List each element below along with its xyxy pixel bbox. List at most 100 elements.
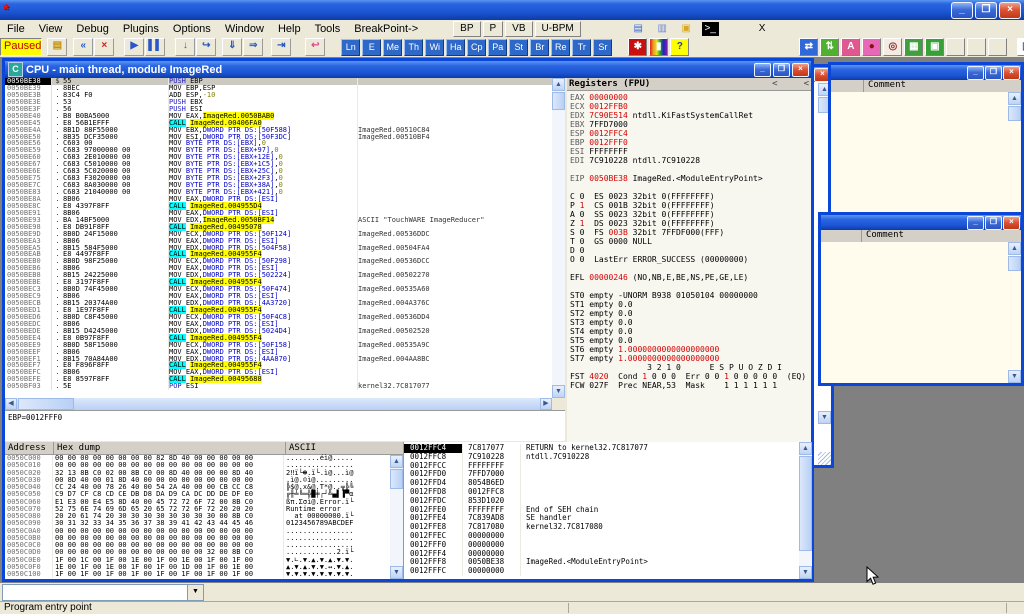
disasm-row[interactable]: 0050BF03.5EPOP ESIkernel32.7C817077: [5, 383, 552, 390]
folder-icon[interactable]: ▣: [677, 21, 696, 37]
menu-item-tools[interactable]: Tools: [308, 22, 348, 36]
register-line[interactable]: 3 2 1 0 E S P U O Z D I: [567, 363, 811, 372]
binary-icon[interactable]: ▦: [904, 38, 923, 56]
disasm-horizontal-scrollbar[interactable]: ◀ ▶: [5, 398, 552, 410]
appearance-icon[interactable]: ▮: [649, 38, 668, 56]
register-line[interactable]: ESI FFFFFFFF: [567, 147, 811, 156]
toolbar-button-br[interactable]: Br: [530, 39, 549, 56]
stack-row[interactable]: 0012FFD07FFD7000: [404, 470, 799, 479]
menu-item-window[interactable]: Window: [218, 22, 271, 36]
open-file-icon[interactable]: ▤: [47, 38, 67, 56]
animate-into-icon[interactable]: ⇓: [222, 38, 242, 56]
minimize-button[interactable]: _: [951, 2, 973, 19]
stack-row[interactable]: 0012FFFC00000000: [404, 567, 799, 576]
minimize-button[interactable]: _: [754, 63, 771, 77]
register-line[interactable]: ST0 empty -UNORM B938 01050104 00000000: [567, 291, 811, 300]
registers-pane[interactable]: Registers (FPU) < < EAX 00000000ECX 0012…: [567, 78, 811, 442]
toolbar-button-me[interactable]: Me: [383, 39, 402, 56]
scroll-up-arrow[interactable]: ▲: [390, 455, 403, 468]
register-line[interactable]: [567, 183, 811, 192]
register-line[interactable]: [567, 165, 811, 174]
stack-row[interactable]: 0012FFE87C817080kernel32.7C817080: [404, 523, 799, 532]
info-pane[interactable]: EBP=0012FFF0: [5, 410, 565, 441]
register-line[interactable]: A 0 SS 0023 32bit 0(FFFFFFFF): [567, 210, 811, 219]
disassembly-pane[interactable]: 0050BE38$55PUSH EBP0050BE39.8BECMOV EBP,…: [5, 78, 565, 398]
comment-column-header[interactable]: Comment: [862, 230, 904, 242]
menubar-button-vb[interactable]: VB: [505, 21, 532, 37]
animate-over-icon[interactable]: ⇒: [243, 38, 263, 56]
run-icon[interactable]: ▶: [124, 38, 144, 56]
close-button[interactable]: ×: [999, 2, 1021, 19]
register-line[interactable]: ST7 empty 1.0000000000000000000: [567, 354, 811, 363]
toolbar-button-pa[interactable]: Pa: [488, 39, 507, 56]
register-line[interactable]: [567, 264, 811, 273]
toolbar-button-st[interactable]: St: [509, 39, 528, 56]
register-line[interactable]: [567, 282, 811, 291]
register-line[interactable]: ST5 empty 0.0: [567, 336, 811, 345]
toolband-close-button[interactable]: X: [752, 21, 773, 37]
restart-icon[interactable]: «: [73, 38, 93, 56]
register-line[interactable]: ST6 empty 1.0000000000000000000: [567, 345, 811, 354]
stack-row[interactable]: 0012FFD48054B6ED: [404, 479, 799, 488]
menu-item-debug[interactable]: Debug: [69, 22, 115, 36]
breakpoint-dot-icon[interactable]: ●: [862, 38, 881, 56]
stack-row[interactable]: 0012FFCCFFFFFFFF: [404, 462, 799, 471]
close-button[interactable]: ×: [1003, 216, 1020, 230]
maximize-button[interactable]: ❐: [985, 66, 1002, 80]
register-line[interactable]: EBX 7FFD7000: [567, 120, 811, 129]
menu-item-options[interactable]: Options: [166, 22, 218, 36]
scroll-up-arrow[interactable]: ▲: [552, 78, 565, 91]
restore-button[interactable]: ❐: [975, 2, 997, 19]
scrollbar-thumb[interactable]: [18, 398, 74, 410]
menu-item-file[interactable]: File: [0, 22, 32, 36]
step-over-icon[interactable]: ↪: [196, 38, 216, 56]
disasm-row[interactable]: 0050BE3B.83C4 F0ADD ESP,-10: [5, 92, 552, 99]
register-line[interactable]: ST3 empty 0.0: [567, 318, 811, 327]
close-program-icon[interactable]: ×: [94, 38, 114, 56]
register-line[interactable]: EAX 00000000: [567, 93, 811, 102]
toolbar-button-cp[interactable]: Cp: [467, 39, 486, 56]
updown-icon[interactable]: ⇅: [820, 38, 839, 56]
registers-prev-button[interactable]: <: [772, 79, 777, 89]
disasm-row[interactable]: 0050BE38$55PUSH EBP: [5, 78, 552, 85]
command-combobox[interactable]: ▼: [2, 584, 204, 601]
scroll-down-arrow[interactable]: ▼: [799, 566, 812, 579]
toolbar-button-re[interactable]: Re: [551, 39, 570, 56]
maximize-button[interactable]: ❐: [985, 216, 1002, 230]
stack-row[interactable]: 0012FFC47C817077RETURN to kernel32.7C817…: [404, 444, 799, 453]
help-icon[interactable]: ?: [670, 38, 689, 56]
toolbar-button-ha[interactable]: Ha: [446, 39, 465, 56]
scroll-up-arrow[interactable]: ▲: [1008, 242, 1021, 255]
menu-item-plugins[interactable]: Plugins: [116, 22, 166, 36]
dropdown-arrow-icon[interactable]: ▼: [187, 585, 203, 600]
stack-row[interactable]: 0012FFEC00000000: [404, 532, 799, 541]
memory-map-icon[interactable]: ▣: [925, 38, 944, 56]
spiral-trace-icon[interactable]: ◎: [883, 38, 902, 56]
scrollbar-thumb[interactable]: [799, 456, 812, 551]
stack-row[interactable]: 0012FFF80050BE38ImageRed.<ModuleEntryPoi…: [404, 558, 799, 567]
assemble-a-icon[interactable]: A: [841, 38, 860, 56]
registers-next-button[interactable]: <: [804, 79, 809, 89]
register-line[interactable]: C 0 ES 0023 32bit 0(FFFFFFFF): [567, 192, 811, 201]
console-icon[interactable]: >_: [701, 21, 720, 37]
register-line[interactable]: EFL 00000246 (NO,NB,E,BE,NS,PE,GE,LE): [567, 273, 811, 282]
comment-list-body[interactable]: [821, 242, 1021, 383]
scroll-up-arrow[interactable]: ▲: [1008, 92, 1021, 105]
register-line[interactable]: FST 4020 Cond 1 0 0 0 Err 0 0 1 0 0 0 0 …: [567, 372, 811, 381]
stack-row[interactable]: 0012FFF000000000: [404, 541, 799, 550]
doc-icon[interactable]: ▥: [653, 21, 672, 37]
close-button[interactable]: ×: [792, 63, 809, 77]
register-line[interactable]: EIP 0050BE38 ImageRed.<ModuleEntryPoint>: [567, 174, 811, 183]
stack-pane[interactable]: 0012FFC47C817077RETURN to kernel32.7C817…: [403, 442, 812, 579]
register-line[interactable]: EBP 0012FFF0: [567, 138, 811, 147]
register-line[interactable]: ST1 empty 0.0: [567, 300, 811, 309]
settings-gear-icon[interactable]: ✱: [628, 38, 647, 56]
register-line[interactable]: ST4 empty 0.0: [567, 327, 811, 336]
register-line[interactable]: Z 1 DS 0023 32bit 0(FFFFFFFF): [567, 219, 811, 228]
stack-row[interactable]: 0012FFC87C910228ntdll.7C910228: [404, 453, 799, 462]
hex-dump-pane[interactable]: Address Hex dump ASCII 0050C00000 00 00 …: [5, 442, 403, 579]
menu-item-help[interactable]: Help: [271, 22, 308, 36]
step-into-icon[interactable]: ↓: [175, 38, 195, 56]
register-line[interactable]: P 1 CS 001B 32bit 0(FFFFFFFF): [567, 201, 811, 210]
swap-panes-icon[interactable]: ⇄: [799, 38, 818, 56]
